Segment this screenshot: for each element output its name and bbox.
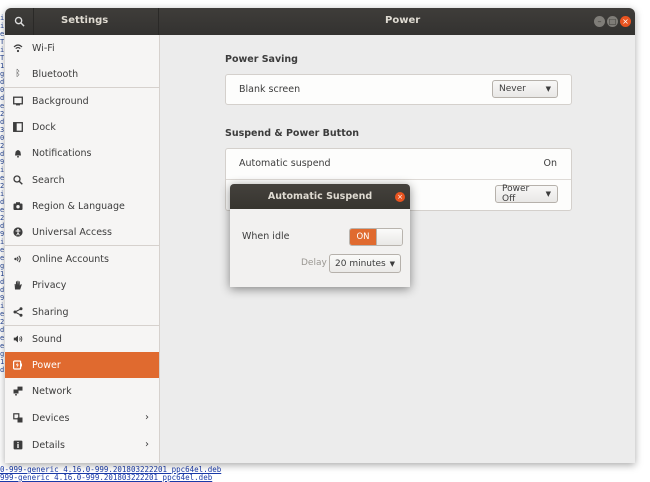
automatic-suspend-label: Automatic suspend [239, 158, 331, 169]
automatic-suspend-value: On [543, 158, 558, 169]
sidebar-item-sharing[interactable]: Sharing [5, 299, 159, 325]
power-icon [13, 360, 23, 370]
chevron-right-icon: › [145, 412, 149, 423]
maximize-button[interactable]: □ [607, 16, 618, 27]
sidebar-item-label: Online Accounts [32, 253, 109, 265]
switch-on-label: ON [350, 229, 376, 245]
automatic-suspend-dialog: Automatic Suspend × When idle ON Delay 2… [230, 184, 410, 287]
sidebar-item-label: Power [32, 359, 61, 371]
sidebar-item-label: Region & Language [32, 200, 125, 212]
share-icon [13, 307, 23, 317]
accessibility-icon [13, 227, 23, 237]
sidebar-item-universal-access[interactable]: Universal Access [5, 219, 159, 245]
delay-dropdown[interactable]: 20 minutes ▼ [329, 254, 401, 273]
close-button[interactable]: × [620, 16, 631, 27]
dropdown-arrow-icon: ▼ [389, 259, 395, 268]
sidebar-item-label: Sound [32, 333, 62, 345]
when-idle-label: When idle [242, 231, 290, 242]
close-icon: × [622, 17, 629, 26]
switch-knob[interactable] [376, 229, 402, 245]
dialog-header: Automatic Suspend × [230, 184, 410, 209]
dropdown-arrow-icon: ▼ [545, 85, 551, 93]
terminal-line[interactable]: 999-generic_4.16.0-999.201803222201_ppc6… [0, 473, 212, 482]
background-icon [13, 96, 23, 106]
when-idle-switch[interactable]: ON [349, 228, 403, 246]
sidebar-item-label: Devices [32, 412, 70, 424]
sidebar-item-label: Details [32, 439, 65, 451]
sidebar-item-label: Privacy [32, 279, 67, 291]
sidebar: Wi-Fi ᛒ Bluetooth Background Dock Notifi… [5, 35, 160, 463]
sidebar-item-online-accounts[interactable]: Online Accounts [5, 246, 159, 272]
dropdown-arrow-icon: ▼ [545, 190, 551, 198]
wifi-icon [13, 43, 23, 53]
sidebar-item-sound[interactable]: Sound [5, 326, 159, 352]
sidebar-item-region[interactable]: Region & Language [5, 193, 159, 219]
sidebar-item-bluetooth[interactable]: ᛒ Bluetooth [5, 61, 159, 87]
chevron-right-icon: › [145, 439, 149, 450]
dock-icon [13, 122, 23, 132]
blank-screen-dropdown[interactable]: Never ▼ [492, 80, 558, 98]
search-button[interactable] [5, 8, 34, 35]
power-saving-heading: Power Saving [225, 54, 298, 65]
camera-icon [13, 201, 23, 211]
dialog-title: Automatic Suspend [267, 191, 373, 202]
sidebar-item-label: Wi-Fi [32, 42, 55, 54]
details-icon [13, 440, 23, 450]
sidebar-item-label: Search [32, 174, 65, 186]
sidebar-title: Settings [61, 15, 109, 26]
sidebar-item-label: Dock [32, 121, 56, 133]
minimize-button[interactable]: – [594, 16, 605, 27]
power-saving-frame: Blank screen Never ▼ [225, 74, 572, 105]
automatic-suspend-row[interactable]: Automatic suspend On [226, 149, 571, 178]
sidebar-item-search[interactable]: Search [5, 167, 159, 193]
network-icon [13, 386, 23, 396]
sidebar-item-notifications[interactable]: Notifications [5, 140, 159, 166]
sidebar-item-label: Network [32, 385, 72, 397]
dialog-close-button[interactable]: × [395, 192, 405, 202]
blank-screen-row: Blank screen Never ▼ [226, 75, 571, 104]
hand-icon [13, 280, 23, 290]
sidebar-item-privacy[interactable]: Privacy [5, 272, 159, 298]
sidebar-item-label: Sharing [32, 306, 69, 318]
speaker-icon [13, 334, 23, 344]
sidebar-item-label: Bluetooth [32, 68, 79, 80]
power-button-dropdown[interactable]: Power Off ▼ [495, 184, 558, 204]
sidebar-item-background[interactable]: Background [5, 88, 159, 114]
sidebar-item-wifi[interactable]: Wi-Fi [5, 35, 159, 61]
page-title: Power [385, 15, 421, 26]
delay-label: Delay [301, 258, 327, 268]
bluetooth-icon: ᛒ [15, 69, 21, 79]
close-icon: × [397, 193, 403, 201]
blank-screen-value: Never [499, 84, 526, 94]
minimize-icon: – [597, 17, 602, 26]
sidebar-item-label: Background [32, 95, 89, 107]
power-button-value: Power Off [502, 184, 530, 204]
maximize-icon: □ [608, 17, 617, 26]
blank-screen-label: Blank screen [239, 84, 301, 95]
sidebar-item-network[interactable]: Network [5, 378, 159, 404]
sidebar-item-label: Notifications [32, 147, 92, 159]
header-separator [158, 8, 159, 35]
sidebar-item-power[interactable]: Power [5, 352, 159, 378]
sidebar-item-devices[interactable]: Devices › [5, 405, 159, 431]
online-accounts-icon [13, 254, 23, 264]
sidebar-item-details[interactable]: Details › [5, 432, 159, 458]
header-bar: Settings Power – □ × [5, 8, 635, 35]
search-icon [13, 175, 23, 185]
search-icon [14, 16, 25, 27]
sidebar-item-label: Universal Access [32, 226, 112, 238]
bell-icon [13, 148, 23, 158]
suspend-heading: Suspend & Power Button [225, 128, 360, 139]
devices-icon [13, 413, 23, 423]
sidebar-item-dock[interactable]: Dock [5, 114, 159, 140]
delay-value: 20 minutes [335, 258, 386, 269]
